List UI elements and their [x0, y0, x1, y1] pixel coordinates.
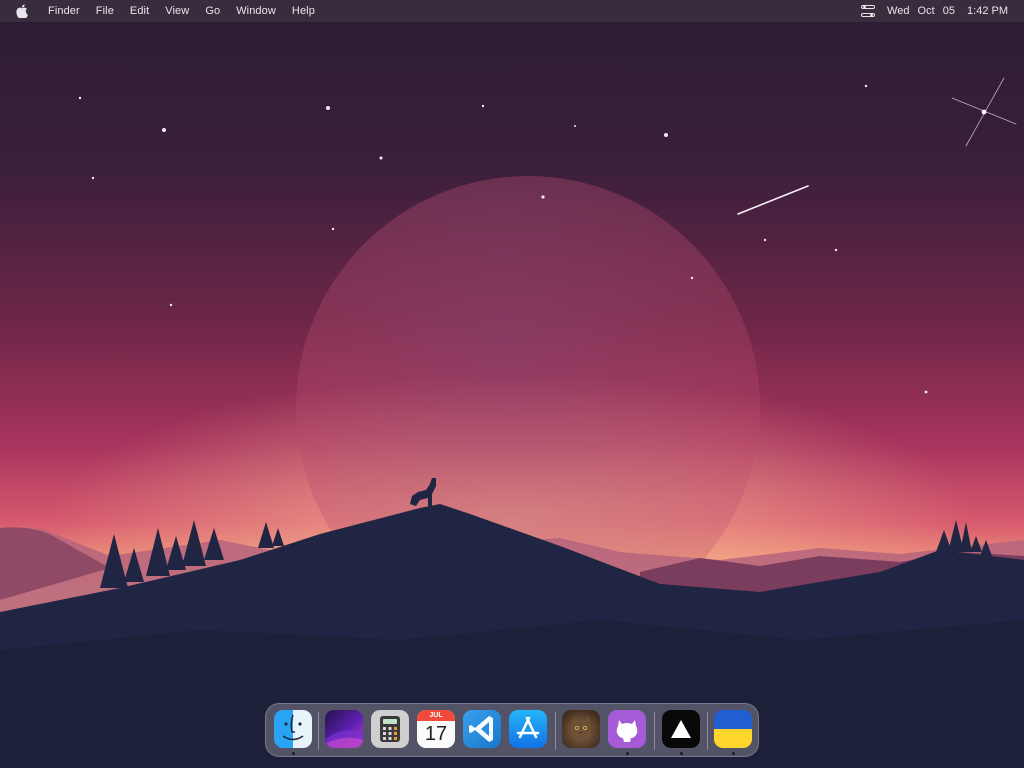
dock-separator [654, 712, 655, 750]
cat-photo-icon[interactable] [562, 710, 600, 748]
app-store-icon[interactable] [509, 710, 547, 748]
menu-bar-left: Finder File Edit View Go Window Help [0, 0, 331, 22]
dock-separator [707, 712, 708, 750]
control-center-icon[interactable] [861, 5, 876, 17]
menu-file[interactable]: File [96, 5, 114, 17]
running-indicator [680, 752, 683, 755]
vercel-icon[interactable] [662, 710, 700, 748]
menu-window[interactable]: Window [236, 5, 276, 17]
dock-separator [555, 712, 556, 750]
ukraine-flag-icon[interactable] [714, 710, 752, 748]
github-desktop-icon[interactable] [608, 710, 646, 748]
desktop-wallpaper [0, 0, 1024, 768]
menu-bar: Finder File Edit View Go Window Help Wed… [0, 0, 1024, 22]
menu-clock[interactable]: Wed Oct 05 1:42 PM [887, 5, 1008, 17]
calendar-day: 17 [424, 723, 448, 745]
running-indicator [626, 752, 629, 755]
menu-go[interactable]: Go [205, 5, 220, 17]
finder-icon[interactable] [274, 710, 312, 748]
clock-day: Wed [887, 5, 910, 17]
clock-month: Oct [917, 5, 935, 17]
running-indicator [732, 752, 735, 755]
calculator-icon[interactable] [371, 710, 409, 748]
calendar-icon[interactable]: JUL 17 [417, 710, 455, 748]
menu-app-name[interactable]: Finder [48, 5, 80, 17]
clock-time: 1:42 PM [967, 5, 1008, 17]
apple-logo-icon[interactable] [14, 3, 30, 19]
running-indicator [292, 752, 295, 755]
menu-help[interactable]: Help [292, 5, 315, 17]
menu-edit[interactable]: Edit [130, 5, 149, 17]
menu-view[interactable]: View [165, 5, 189, 17]
dock: JUL 17 [265, 703, 759, 757]
vscode-icon[interactable] [463, 710, 501, 748]
dock-separator [318, 712, 319, 750]
menu-bar-right: Wed Oct 05 1:42 PM [861, 0, 1008, 22]
calendar-month: JUL [417, 710, 455, 721]
clock-date: 05 [942, 5, 955, 17]
dark-wallpaper-app-icon[interactable] [325, 710, 363, 748]
